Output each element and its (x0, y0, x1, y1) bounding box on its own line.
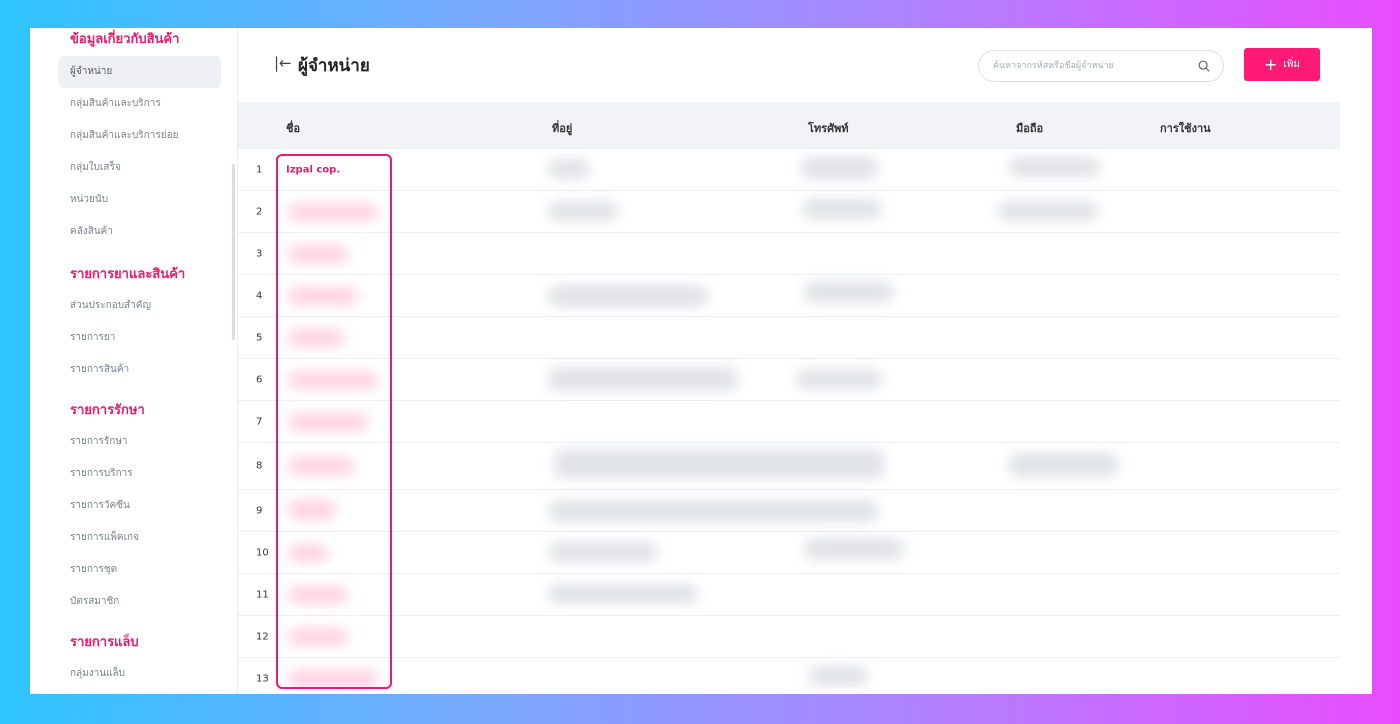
redacted-cell (288, 586, 348, 604)
redacted-cell (548, 500, 878, 522)
redacted-cell (1008, 453, 1118, 477)
row-index: 2 (256, 206, 263, 217)
redacted-cell (288, 203, 378, 221)
sidebar-item-ingredient[interactable]: ส่วนประกอบสำคัญ (58, 290, 221, 322)
table-row[interactable]: 11 (238, 574, 1340, 616)
sidebar-scrollbar[interactable] (232, 164, 235, 340)
sidebar-item-vaccine[interactable]: รายการวัคซีน (58, 490, 221, 522)
redacted-cell (288, 457, 354, 475)
table-row[interactable]: 13 (238, 658, 1340, 694)
column-header-address[interactable]: ที่อยู่ (552, 119, 572, 137)
column-header-name[interactable]: ชื่อ (286, 119, 300, 137)
main-content: |← ผู้จำหน่าย + เพิ่ม ชื่อ ที่อยู่ โทรศั… (238, 28, 1372, 694)
sidebar-item-service[interactable]: รายการบริการ (58, 458, 221, 490)
row-index: 7 (256, 416, 263, 427)
redacted-cell (288, 287, 358, 305)
table-row[interactable]: 12 (238, 616, 1340, 658)
row-index: 3 (256, 248, 263, 259)
table-row[interactable]: 6 (238, 359, 1340, 401)
redacted-cell (554, 449, 884, 479)
row-index: 6 (256, 374, 263, 385)
sidebar-section-title: รายการรักษา (70, 403, 145, 418)
sidebar-section-title: ข้อมูลเกี่ยวกับสินค้า (70, 32, 180, 47)
search-box[interactable] (978, 50, 1224, 82)
row-index: 8 (256, 460, 263, 472)
column-header-status[interactable]: การใช้งาน (1160, 119, 1211, 137)
sidebar: ข้อมูลเกี่ยวกับสินค้า ผู้จำหน่าย กลุ่มสิ… (30, 28, 238, 694)
sidebar-item-member-card[interactable]: บัตรสมาชิก (58, 586, 221, 618)
table-row[interactable]: 3 (238, 233, 1340, 275)
redacted-cell (288, 628, 348, 646)
redacted-cell (548, 542, 658, 562)
sidebar-item-unit[interactable]: หน่วยนับ (58, 184, 221, 216)
redacted-cell (998, 201, 1098, 221)
row-index: 4 (256, 290, 263, 301)
redacted-cell (800, 157, 878, 179)
sidebar-item-supplier[interactable]: ผู้จำหน่าย (58, 56, 221, 88)
sidebar-item-product-group[interactable]: กลุ่มสินค้าและบริการ (58, 88, 221, 120)
row-index: 12 (256, 631, 269, 642)
supplier-name[interactable]: Izpal cop. (286, 164, 340, 175)
redacted-cell (288, 371, 378, 389)
search-input[interactable] (991, 60, 1197, 72)
collapse-left-icon[interactable]: |← (274, 54, 292, 72)
redacted-cell (288, 670, 378, 688)
redacted-cell (548, 201, 618, 221)
redacted-cell (288, 245, 348, 263)
table-row[interactable]: 2 (238, 191, 1340, 233)
redacted-cell (548, 367, 738, 391)
search-icon[interactable] (1197, 59, 1211, 73)
row-index: 9 (256, 505, 263, 516)
redacted-cell (802, 199, 882, 219)
add-button-label: เพิ่ม (1283, 59, 1300, 70)
column-header-phone[interactable]: โทรศัพท์ (808, 119, 849, 137)
row-index: 10 (256, 547, 269, 558)
row-index: 1 (256, 164, 263, 175)
redacted-cell (288, 500, 336, 520)
table-row[interactable]: 5 (238, 317, 1340, 359)
sidebar-item-set[interactable]: รายการชุด (58, 554, 221, 586)
sidebar-section-title: รายการยาและสินค้า (70, 267, 186, 282)
sidebar-item-lab-group[interactable]: กลุ่มงานแล็บ (58, 658, 221, 690)
table-row[interactable]: 4 (238, 275, 1340, 317)
redacted-cell (548, 285, 708, 307)
sidebar-item-treatment[interactable]: รายการรักษา (58, 426, 221, 458)
redacted-cell (804, 281, 894, 303)
row-index: 5 (256, 332, 263, 343)
sidebar-item-product-subgroup[interactable]: กลุ่มสินค้าและบริการย่อย (58, 120, 221, 152)
sidebar-section-title: รายการแล็บ (70, 635, 139, 650)
table-row[interactable]: 9 (238, 490, 1340, 532)
sidebar-item-warehouse[interactable]: คลังสินค้า (58, 216, 221, 248)
table-row[interactable]: 1 Izpal cop. (238, 149, 1340, 191)
table-row[interactable]: 7 (238, 401, 1340, 443)
plus-icon: + (1263, 54, 1278, 74)
table-row[interactable]: 8 (238, 443, 1340, 490)
row-index: 13 (256, 673, 269, 684)
redacted-cell (1008, 157, 1100, 177)
supplier-table: ชื่อ ที่อยู่ โทรศัพท์ มือถือ การใช้งาน 1… (238, 102, 1340, 694)
redacted-cell (804, 538, 904, 560)
column-header-mobile[interactable]: มือถือ (1016, 119, 1043, 137)
redacted-cell (288, 329, 344, 347)
table-header: ชื่อ ที่อยู่ โทรศัพท์ มือถือ การใช้งาน (238, 102, 1340, 149)
row-index: 11 (256, 589, 269, 600)
redacted-cell (796, 369, 882, 389)
sidebar-item-product-list[interactable]: รายการสินค้า (58, 354, 221, 386)
sidebar-item-drug-list[interactable]: รายการยา (58, 322, 221, 354)
sidebar-item-receipt-group[interactable]: กลุ่มใบเสร็จ (58, 152, 221, 184)
redacted-cell (288, 544, 328, 562)
page-title: ผู้จำหน่าย (298, 56, 370, 76)
page-header: |← ผู้จำหน่าย + เพิ่ม (238, 28, 1372, 102)
redacted-cell (288, 413, 368, 431)
sidebar-item-package[interactable]: รายการแพ็คเกจ (58, 522, 221, 554)
add-button[interactable]: + เพิ่ม (1244, 48, 1320, 81)
redacted-cell (808, 666, 868, 686)
table-row[interactable]: 10 (238, 532, 1340, 574)
redacted-cell (548, 584, 698, 604)
redacted-cell (548, 159, 590, 179)
app-window: ข้อมูลเกี่ยวกับสินค้า ผู้จำหน่าย กลุ่มสิ… (30, 28, 1372, 694)
